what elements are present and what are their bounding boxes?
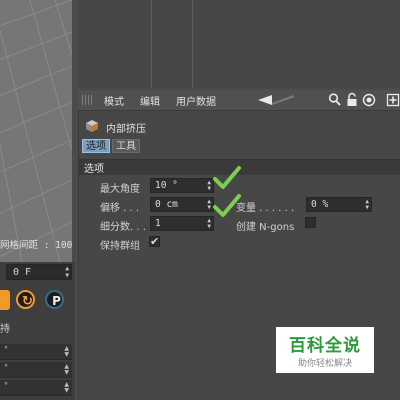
create-ngons-checkbox[interactable] bbox=[305, 217, 316, 228]
variance-field[interactable]: 0 % ▲ ▼ bbox=[306, 197, 372, 212]
green-check-icon bbox=[212, 165, 242, 191]
back-arrow-icon[interactable] bbox=[258, 92, 298, 108]
tab-options[interactable]: 选项 bbox=[82, 139, 110, 153]
3d-viewport[interactable]: 网格间距 : 100 cm bbox=[0, 0, 72, 262]
max-angle-value: 10 ° bbox=[155, 180, 178, 191]
tab-tool[interactable]: 工具 bbox=[112, 139, 140, 153]
record-key-button[interactable] bbox=[0, 290, 10, 310]
spinner-icon[interactable]: ▲ ▼ bbox=[207, 199, 211, 211]
left-panel-label: 持 bbox=[0, 324, 10, 335]
offset-field[interactable]: 0 cm ▲ ▼ bbox=[150, 197, 214, 212]
target-icon[interactable] bbox=[362, 92, 376, 108]
keep-groups-checkbox[interactable]: ✔ bbox=[149, 236, 160, 247]
param-key-glyph: P bbox=[52, 294, 61, 308]
list-item[interactable]: ° ▲ ▼ bbox=[0, 362, 72, 378]
variance-label: 变量 . . . . . . bbox=[236, 203, 295, 214]
lock-icon[interactable] bbox=[345, 92, 359, 108]
subdivision-field[interactable]: 1 ▲ ▼ bbox=[150, 216, 214, 231]
object-title: 内部挤压 bbox=[106, 124, 146, 135]
spinner-icon[interactable]: ▲ ▼ bbox=[365, 199, 369, 211]
offset-value: 0 cm bbox=[155, 199, 178, 210]
section-title: 选项 bbox=[84, 164, 104, 175]
frame-spinner-icon[interactable]: ▲ ▼ bbox=[65, 265, 69, 279]
list-item[interactable]: ° ▲ ▼ bbox=[0, 380, 72, 396]
panel-grip-icon[interactable] bbox=[82, 95, 94, 105]
viewport-grid bbox=[0, 0, 72, 262]
menu-edit[interactable]: 编辑 bbox=[140, 93, 160, 108]
autokey-button[interactable]: ↻ bbox=[16, 290, 35, 309]
current-frame-value: 0 F bbox=[13, 267, 32, 278]
max-angle-field[interactable]: 10 ° ▲ ▼ bbox=[150, 178, 214, 193]
spinner-icon[interactable]: ▲ ▼ bbox=[207, 218, 211, 230]
new-panel-icon[interactable] bbox=[386, 92, 400, 108]
column-divider bbox=[192, 0, 193, 88]
spinner-icon[interactable]: ▲ ▼ bbox=[64, 346, 69, 358]
tool-cube-icon bbox=[86, 120, 98, 132]
spinner-icon[interactable]: ▲ ▼ bbox=[64, 364, 69, 376]
spinner-icon[interactable]: ▲ ▼ bbox=[64, 382, 69, 394]
subdivision-label: 细分数. . . bbox=[100, 222, 146, 233]
parameter-key-button[interactable]: P bbox=[45, 290, 64, 309]
create-ngons-label: 创建 N-gons bbox=[236, 222, 295, 233]
variance-value: 0 % bbox=[311, 199, 329, 210]
spinner-icon[interactable]: ▲ ▼ bbox=[207, 180, 211, 192]
refresh-icon: ↻ bbox=[22, 294, 33, 309]
max-angle-label: 最大角度 bbox=[100, 184, 140, 195]
menu-mode[interactable]: 模式 bbox=[104, 93, 124, 108]
grid-distance-label: 网格间距 : 100 cm bbox=[0, 240, 72, 251]
checkmark-icon: ✔ bbox=[150, 235, 160, 248]
watermark-title: 百科全说 bbox=[289, 336, 361, 356]
current-frame-field[interactable]: 0 F ▲ ▼ bbox=[6, 264, 72, 280]
watermark-subtitle: 助你轻松解决 bbox=[297, 359, 352, 369]
row-value: ° bbox=[4, 363, 8, 372]
row-value: ° bbox=[4, 345, 8, 354]
subdivision-value: 1 bbox=[155, 218, 161, 229]
row-value: ° bbox=[4, 381, 8, 390]
column-divider bbox=[151, 0, 152, 88]
object-manager-panel[interactable] bbox=[78, 0, 400, 88]
keep-groups-label: 保持群组 bbox=[100, 241, 140, 252]
menu-user-data[interactable]: 用户数据 bbox=[176, 93, 216, 108]
offset-label: 偏移 . . . bbox=[100, 203, 140, 214]
green-check-icon bbox=[212, 193, 242, 219]
search-icon[interactable] bbox=[328, 92, 342, 108]
list-item[interactable]: ° ▲ ▼ bbox=[0, 344, 72, 360]
